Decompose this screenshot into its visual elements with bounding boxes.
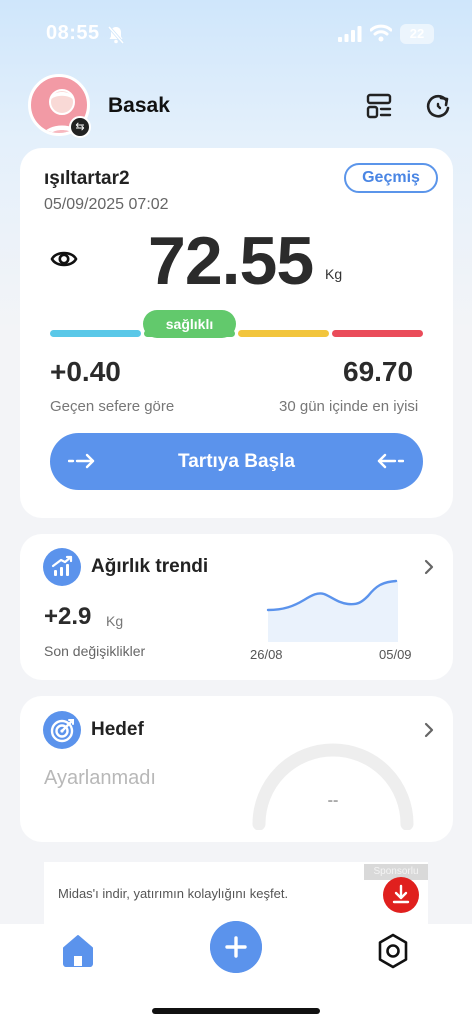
goal-gauge-value: --: [327, 792, 339, 809]
weight-value: 72.55: [148, 223, 314, 299]
bell-off-icon: [107, 26, 125, 44]
signal-icon: [338, 26, 362, 42]
bmi-bar: [50, 330, 423, 338]
sync-icon[interactable]: [424, 92, 452, 120]
home-icon[interactable]: [60, 932, 96, 968]
goal-gauge: [252, 743, 414, 830]
status-time: 08:55: [46, 22, 100, 44]
goal-title: Hedef: [91, 719, 144, 740]
best-value: 69.70: [343, 356, 414, 387]
change-value: +0.40: [50, 356, 121, 387]
layout-icon[interactable]: [365, 92, 393, 120]
trend-unit: Kg: [106, 613, 124, 629]
eye-icon[interactable]: [50, 247, 78, 271]
chevron-right-icon[interactable]: [423, 721, 435, 739]
trend-area: [268, 581, 398, 642]
switch-user-icon[interactable]: ⇆: [69, 116, 91, 138]
add-icon[interactable]: [210, 921, 262, 973]
weight-unit: Kg: [325, 266, 343, 282]
ad-text[interactable]: Midas'ı indir, yatırımın kolaylığını keş…: [58, 886, 288, 901]
arrow-left-icon: [377, 453, 404, 469]
user-name[interactable]: Basak: [108, 94, 170, 118]
settings-icon[interactable]: [375, 932, 411, 970]
battery-level: 22: [409, 26, 425, 41]
trend-chart-icon: [43, 548, 81, 586]
bmi-segment-obese: [332, 330, 423, 337]
battery-icon: 22: [400, 24, 434, 44]
best-label: 30 gün içinde en iyisi: [279, 398, 419, 415]
change-label: Geçen sefere göre: [50, 398, 175, 415]
trend-label: Son değişiklikler: [44, 643, 146, 659]
trend-date-end: 05/09: [379, 647, 412, 662]
device-name: ışıltartar2: [44, 168, 130, 189]
home-indicator: [152, 1008, 320, 1014]
trend-value: +2.9: [44, 603, 92, 630]
download-icon[interactable]: [383, 877, 419, 913]
history-button[interactable]: Geçmiş: [344, 163, 438, 193]
bmi-segment-high: [238, 330, 329, 337]
trend-title: Ağırlık trendi: [91, 556, 209, 577]
arrow-right-icon: [68, 453, 95, 469]
measure-time: 05/09/2025 07:02: [44, 196, 169, 213]
start-weighing-button[interactable]: Tartıya Başla: [50, 433, 423, 490]
trend-sparkline: [266, 579, 398, 642]
chevron-right-icon[interactable]: [423, 558, 435, 576]
target-icon: [43, 711, 81, 749]
goal-status: Ayarlanmadı: [44, 767, 156, 789]
bmi-segment-low: [50, 330, 141, 337]
wifi-icon: [370, 24, 392, 42]
trend-date-start: 26/08: [250, 647, 283, 662]
status-badge: sağlıklı: [143, 310, 236, 338]
